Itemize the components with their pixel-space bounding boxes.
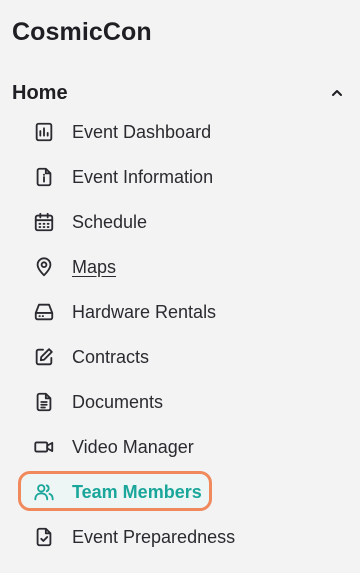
edit-icon	[33, 346, 55, 368]
chevron-up-icon[interactable]	[330, 87, 344, 99]
nav-item-label: Hardware Rentals	[72, 302, 217, 322]
nav-item-label: Video Manager	[72, 437, 194, 457]
nav-item-label: Event Dashboard	[72, 122, 212, 142]
nav-item-event-dashboard[interactable]: Event Dashboard	[0, 110, 360, 155]
info-document-icon	[33, 166, 55, 188]
nav-item-label: Event Information	[72, 167, 214, 187]
nav-item-label: Documents	[72, 392, 164, 412]
nav-item-label: Contracts	[72, 347, 150, 367]
nav-item-event-information[interactable]: Event Information	[0, 155, 360, 200]
nav-list: Event Dashboard Event Information Schedu…	[0, 110, 360, 560]
map-pin-icon	[33, 256, 55, 278]
nav-item-label: Team Members	[72, 482, 202, 502]
nav-item-label: Maps	[72, 257, 117, 277]
section-label: Home	[12, 82, 68, 104]
nav-item-documents[interactable]: Documents	[0, 380, 360, 425]
nav-item-schedule[interactable]: Schedule	[0, 200, 360, 245]
nav-item-video-manager[interactable]: Video Manager	[0, 425, 360, 470]
hard-drive-icon	[33, 301, 55, 323]
users-icon	[33, 481, 55, 503]
nav-item-contracts[interactable]: Contracts	[0, 335, 360, 380]
video-camera-icon	[33, 436, 55, 458]
nav-item-label: Schedule	[72, 212, 148, 232]
checklist-document-icon	[33, 526, 55, 548]
bar-chart-icon	[33, 121, 55, 143]
document-icon	[33, 391, 55, 413]
nav-item-label: Event Preparedness	[72, 527, 236, 547]
nav-item-maps[interactable]: Maps	[0, 245, 360, 290]
section-header-home[interactable]: Home	[0, 78, 360, 108]
nav-item-event-preparedness[interactable]: Event Preparedness	[0, 515, 360, 560]
nav-item-team-members[interactable]: Team Members	[0, 470, 360, 515]
app-title: CosmicCon	[12, 18, 152, 46]
calendar-icon	[33, 211, 55, 233]
nav-item-hardware-rentals[interactable]: Hardware Rentals	[0, 290, 360, 335]
